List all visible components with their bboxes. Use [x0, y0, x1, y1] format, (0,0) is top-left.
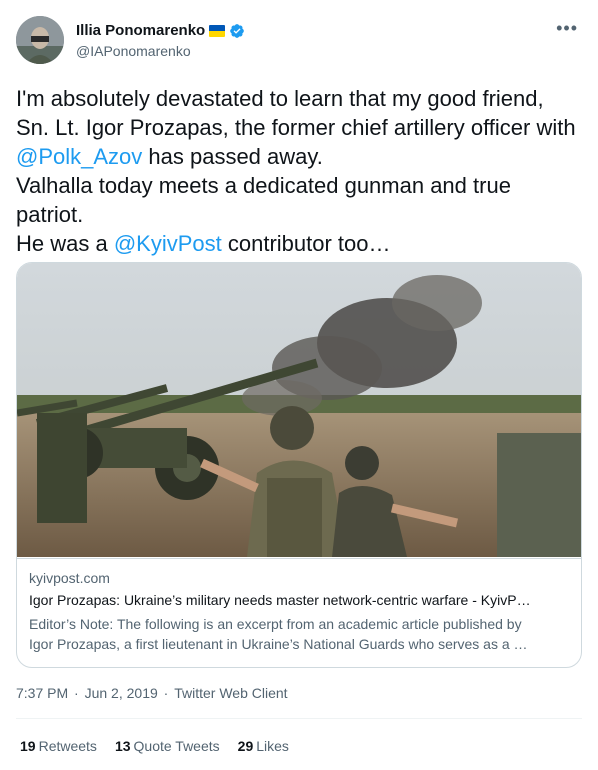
tweet-paragraph-3: He was a @KyivPost contributor too… [16, 229, 582, 258]
mention-link-kyivpost[interactable]: @KyivPost [114, 231, 222, 256]
retweets-stat[interactable]: 19 Retweets [20, 738, 97, 754]
card-description-line: Igor Prozapas, a first lieutenant in Ukr… [29, 636, 528, 652]
tweet-text-part: contributor too… [221, 231, 391, 256]
retweets-count: 19 [20, 738, 36, 754]
tweet-header: Illia Ponomarenko @IAPonomarenko ••• [16, 12, 582, 66]
verified-badge-icon [230, 23, 245, 38]
tweet-text: I'm absolutely devastated to learn that … [16, 84, 582, 258]
tweet-text-part: I'm absolutely devastated to learn that … [16, 86, 576, 140]
likes-label: Likes [256, 738, 289, 754]
link-preview-card[interactable]: kyivpost.com Igor Prozapas: Ukraine’s mi… [16, 262, 582, 668]
tweet-paragraph-2: Valhalla today meets a dedicated gunman … [16, 173, 511, 227]
tweet-client[interactable]: Twitter Web Client [174, 685, 287, 701]
author-name[interactable]: Illia Ponomarenko [76, 22, 205, 39]
quote-tweets-label: Quote Tweets [133, 738, 220, 754]
card-title[interactable]: Igor Prozapas: Ukraine’s military needs … [29, 592, 569, 608]
quote-tweets-stat[interactable]: 13 Quote Tweets [115, 738, 220, 754]
ukraine-flag-icon [209, 24, 226, 37]
tweet-paragraph-1: I'm absolutely devastated to learn that … [16, 84, 582, 171]
tweet-text-part: He was a [16, 231, 114, 256]
author-handle[interactable]: @IAPonomarenko [76, 43, 191, 59]
card-image-artillery [17, 263, 581, 557]
meta-separator: · [159, 685, 173, 701]
likes-stat[interactable]: 29 Likes [238, 738, 289, 754]
tweet-meta: 7:37 PM · Jun 2, 2019 · Twitter Web Clie… [16, 685, 290, 701]
engagement-stats: 19 Retweets 13 Quote Tweets 29 Likes [20, 738, 289, 754]
card-text: kyivpost.com Igor Prozapas: Ukraine’s mi… [17, 558, 581, 652]
meta-separator: · [70, 685, 83, 701]
card-description: Editor’s Note: The following is an excer… [29, 614, 569, 654]
avatar-image [16, 16, 64, 64]
card-domain: kyivpost.com [29, 570, 110, 586]
likes-count: 29 [237, 738, 254, 754]
tweet-date[interactable]: Jun 2, 2019 [85, 685, 158, 701]
divider [16, 718, 582, 719]
mention-link-polk-azov[interactable]: @Polk_Azov [16, 144, 142, 169]
quote-tweets-count: 13 [114, 738, 131, 754]
card-description-line: Editor’s Note: The following is an excer… [29, 616, 522, 632]
tweet-text-part: has passed away. [142, 144, 323, 169]
retweets-label: Retweets [38, 738, 97, 754]
avatar[interactable] [16, 16, 64, 64]
more-dots-icon[interactable]: ••• [556, 18, 578, 39]
name-row: Illia Ponomarenko [76, 22, 245, 39]
tweet-time[interactable]: 7:37 PM [16, 685, 68, 701]
